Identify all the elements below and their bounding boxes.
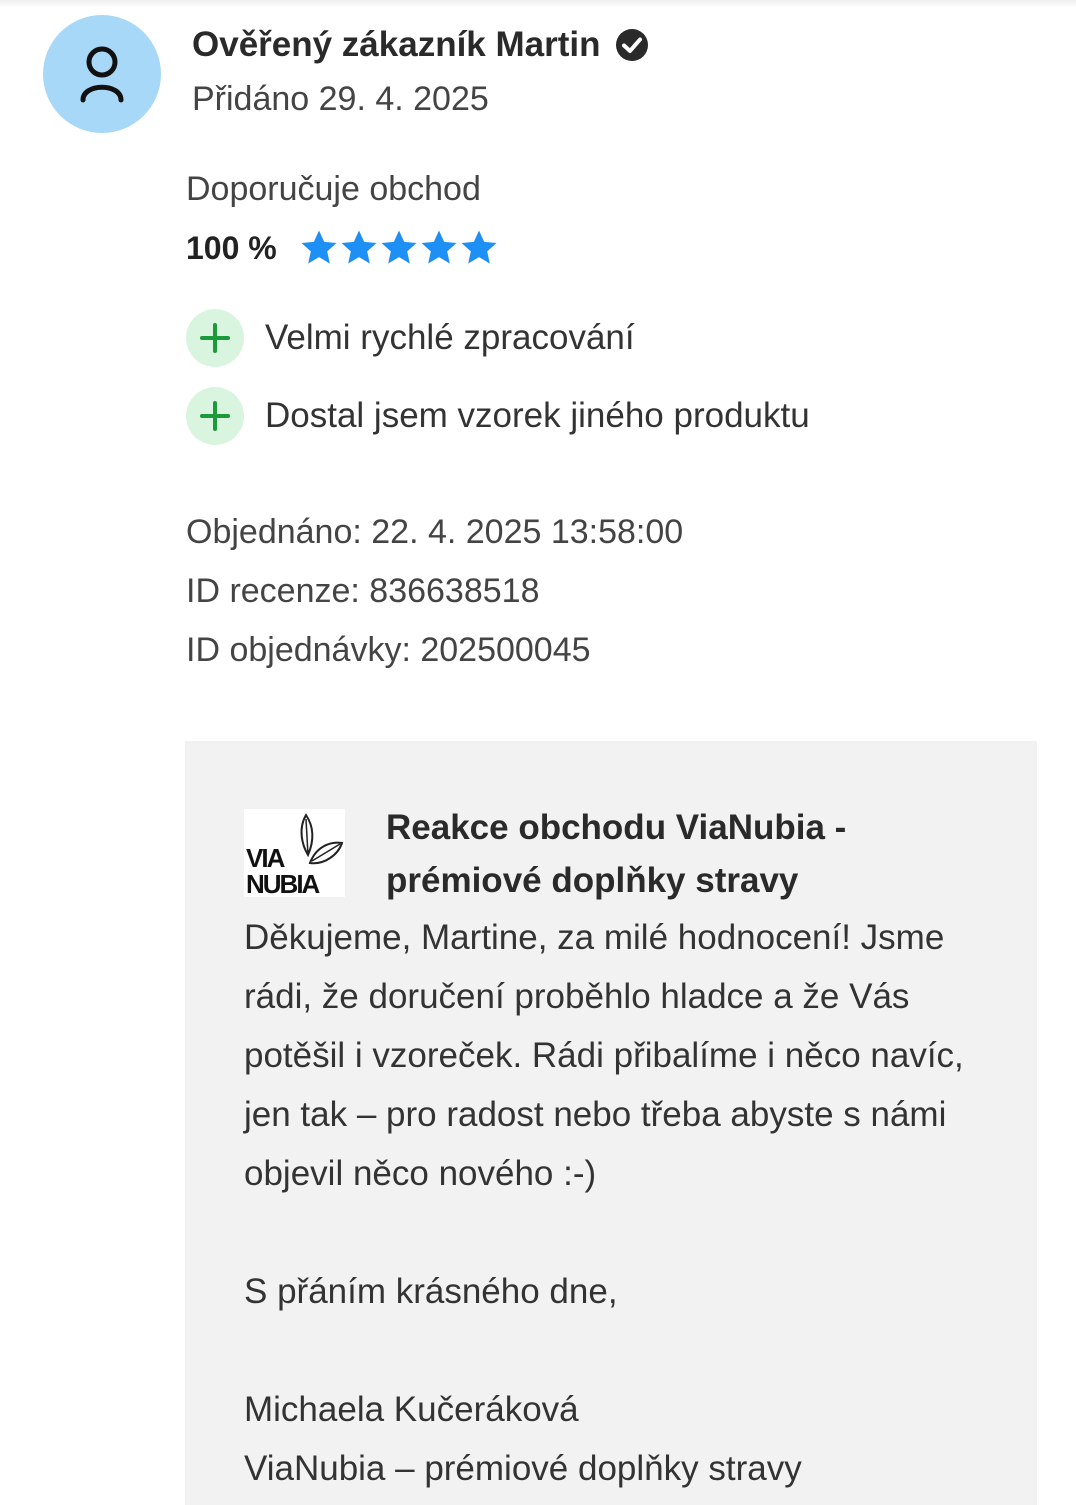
star-icon (421, 230, 457, 264)
leaf-icon (300, 813, 344, 865)
pro-text: Dostal jsem vzorek jiného produktu (265, 396, 810, 435)
star-icon (341, 230, 377, 264)
reply-body: Děkujeme, Martine, za milé hodnocení! Js… (244, 918, 964, 1488)
order-id: ID objednávky: 202500045 (186, 631, 591, 669)
shop-logo: VIA NUBIA (244, 809, 345, 897)
verified-check-icon (615, 29, 648, 61)
review-date: Přidáno 29. 4. 2025 (192, 80, 489, 118)
top-divider (0, 0, 1076, 8)
author-name: Ověřený zákazník Martin (192, 25, 601, 64)
recommend-percent: 100 % (186, 230, 277, 266)
pro-text: Velmi rychlé zpracování (265, 318, 635, 357)
avatar (43, 15, 161, 133)
star-icon (301, 230, 337, 264)
pro-item: Velmi rychlé zpracování (186, 309, 635, 367)
recommend-label: Doporučuje obchod (186, 170, 481, 208)
logo-text-line2: NUBIA (246, 869, 320, 899)
star-icon (461, 230, 497, 264)
logo-text-line1: VIA (246, 843, 285, 873)
user-icon (80, 46, 124, 103)
ordered-date: Objednáno: 22. 4. 2025 13:58:00 (186, 513, 684, 551)
star-icon (381, 230, 417, 264)
pro-item: Dostal jsem vzorek jiného produktu (186, 387, 810, 445)
shop-reply: VIA NUBIA Reakce obchodu ViaNubia - prém… (185, 741, 1037, 1505)
reply-title: Reakce obchodu ViaNubia - prémiové doplň… (386, 808, 847, 900)
review-id: ID recenze: 836638518 (186, 572, 540, 610)
plus-icon (186, 309, 244, 367)
plus-icon (186, 387, 244, 445)
rating-row: 100 % (186, 225, 499, 271)
star-rating (299, 228, 499, 268)
author-row: Ověřený zákazník Martin (192, 22, 649, 68)
